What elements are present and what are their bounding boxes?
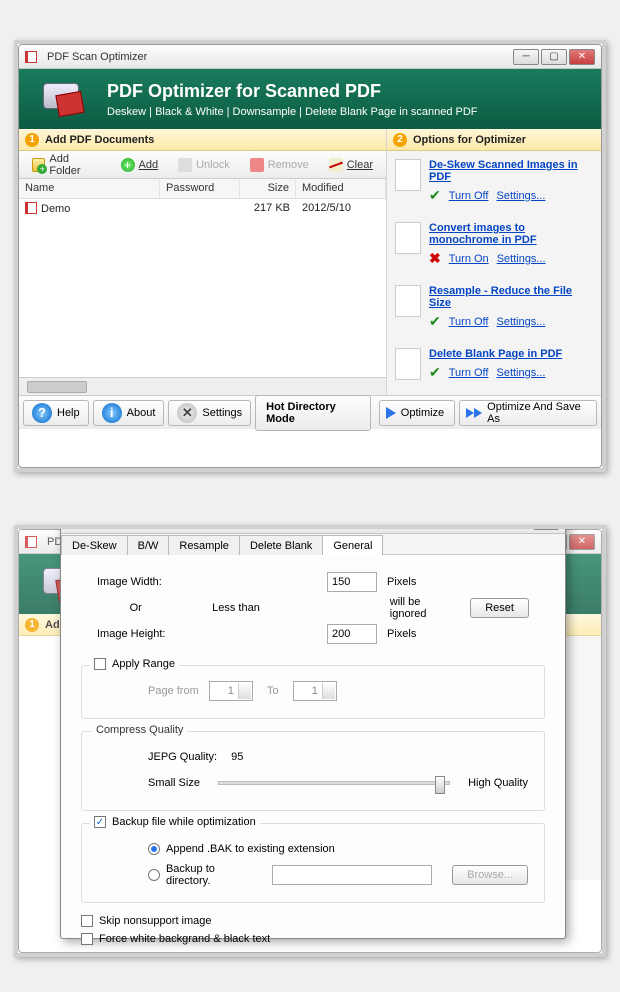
add-button[interactable]: +Add	[112, 154, 168, 176]
image-width-label: Image Width:	[97, 576, 187, 588]
reset-button[interactable]: Reset	[470, 598, 529, 618]
page-to-input[interactable]: 1	[293, 681, 337, 701]
page-from-input[interactable]: 1	[209, 681, 253, 701]
hot-directory-button[interactable]: Hot Directory Mode	[255, 395, 371, 431]
play-icon	[386, 407, 396, 419]
titlebar: PDF Scan Optimizer ─ ▢ ✕	[19, 45, 601, 69]
optimizer-option: Convert images to monochrome in PDF ✖ Tur…	[387, 214, 601, 277]
option-icon	[395, 159, 421, 191]
tab-delete-blank[interactable]: Delete Blank	[239, 535, 323, 555]
app-icon	[25, 51, 37, 63]
delete-icon	[250, 158, 264, 172]
image-width-input[interactable]	[327, 572, 377, 592]
dialog-titlebar: Option ✕	[61, 525, 565, 534]
clear-icon	[329, 158, 343, 172]
apply-range-checkbox[interactable]	[94, 658, 106, 670]
or-label: Or	[97, 602, 174, 614]
tab-general[interactable]: General	[322, 535, 383, 555]
close-button[interactable]: ✕	[569, 49, 595, 65]
image-height-input[interactable]	[327, 624, 377, 644]
option-settings-link[interactable]: Settings...	[497, 253, 546, 265]
check-icon: ✔	[429, 313, 441, 330]
tools-icon: ✕	[177, 403, 197, 423]
small-size-label: Small Size	[148, 777, 200, 789]
hero-banner: PDF Optimizer for Scanned PDF Deskew | B…	[19, 69, 601, 129]
option-toggle-link[interactable]: Turn Off	[449, 190, 489, 202]
cross-icon: ✖	[429, 250, 441, 267]
hero-title: PDF Optimizer for Scanned PDF	[107, 81, 478, 102]
optimizer-option: Resample - Reduce the File Size ✔ Turn Of…	[387, 277, 601, 340]
force-bw-checkbox[interactable]	[81, 933, 93, 945]
ignored-label: will be ignored	[390, 596, 450, 620]
about-button[interactable]: iAbout	[93, 400, 165, 426]
optimizer-option: Delete Blank Page in PDF ✔ Turn Off Settin…	[387, 340, 601, 391]
optimize-button[interactable]: Optimize	[379, 400, 455, 426]
option-icon	[395, 285, 421, 317]
jpeg-quality-label: JEPG Quality:	[148, 751, 217, 763]
compress-quality-title: Compress Quality	[92, 724, 187, 736]
backup-enable-checkbox[interactable]: ✓	[94, 816, 106, 828]
quality-slider[interactable]	[218, 781, 450, 785]
option-title-link[interactable]: Delete Blank Page in PDF	[429, 348, 562, 360]
backup-dir-input[interactable]	[272, 865, 432, 885]
high-quality-label: High Quality	[468, 777, 528, 789]
clear-button[interactable]: Clear	[320, 154, 382, 176]
maximize-button[interactable]: ▢	[541, 49, 567, 65]
folder-plus-icon	[32, 158, 45, 172]
less-than-label: Less than	[184, 602, 287, 614]
browse-button[interactable]: Browse...	[452, 865, 528, 885]
hero-subtitle: Deskew | Black & White | Downsample | De…	[107, 106, 478, 118]
image-height-label: Image Height:	[97, 628, 187, 640]
optimizer-option: De-Skew Scanned Images in PDF ✔ Turn Off S…	[387, 151, 601, 214]
info-icon: i	[102, 403, 122, 423]
add-panel-header: 1Add PDF Documents	[19, 129, 386, 151]
unlock-button[interactable]: Unlock	[169, 154, 239, 176]
minimize-button[interactable]: ─	[513, 49, 539, 65]
option-title-link[interactable]: Convert images to monochrome in PDF	[429, 222, 537, 246]
optimize-save-as-button[interactable]: Optimize And Save As	[459, 400, 597, 426]
option-toggle-link[interactable]: Turn Off	[449, 367, 489, 379]
tab-resample[interactable]: Resample	[168, 535, 240, 555]
backup-dir-radio[interactable]	[148, 869, 160, 881]
horizontal-scrollbar[interactable]	[19, 377, 386, 395]
plus-icon: +	[121, 158, 135, 172]
option-settings-link[interactable]: Settings...	[496, 190, 545, 202]
check-icon: ✔	[429, 364, 441, 381]
append-bak-radio[interactable]	[148, 843, 160, 855]
check-icon: ✔	[429, 187, 441, 204]
hero-logo	[35, 79, 91, 119]
option-icon	[395, 222, 421, 254]
option-settings-link[interactable]: Settings...	[496, 367, 545, 379]
options-panel-header: 2Options for Optimizer	[387, 129, 601, 151]
table-row[interactable]: Demo217 KB2012/5/10	[19, 199, 386, 218]
settings-button[interactable]: ✕Settings	[168, 400, 251, 426]
option-title-link[interactable]: De-Skew Scanned Images in PDF	[429, 159, 578, 183]
lock-icon	[178, 158, 192, 172]
option-toggle-link[interactable]: Turn Off	[449, 316, 489, 328]
remove-button[interactable]: Remove	[241, 154, 318, 176]
fast-forward-icon	[466, 408, 482, 418]
option-title-link[interactable]: Resample - Reduce the File Size	[429, 285, 572, 309]
app-title: PDF Scan Optimizer	[47, 51, 147, 63]
skip-nonsupport-checkbox[interactable]	[81, 915, 93, 927]
page-from-label: Page from	[148, 685, 199, 697]
jpeg-quality-value[interactable]	[227, 747, 267, 767]
list-header: Name Password Size Modified	[19, 179, 386, 199]
tab-b-w[interactable]: B/W	[127, 535, 170, 555]
option-settings-link[interactable]: Settings...	[496, 316, 545, 328]
help-icon: ?	[32, 403, 52, 423]
pdf-icon	[25, 202, 37, 214]
option-toggle-link[interactable]: Turn On	[449, 253, 489, 265]
add-folder-button[interactable]: Add Folder	[23, 154, 110, 176]
option-icon	[395, 348, 421, 380]
help-button[interactable]: ?Help	[23, 400, 89, 426]
app-icon	[25, 536, 37, 548]
page-to-label: To	[263, 685, 283, 697]
dialog-close-button[interactable]: ✕	[533, 525, 559, 530]
tab-de-skew[interactable]: De-Skew	[61, 535, 128, 555]
